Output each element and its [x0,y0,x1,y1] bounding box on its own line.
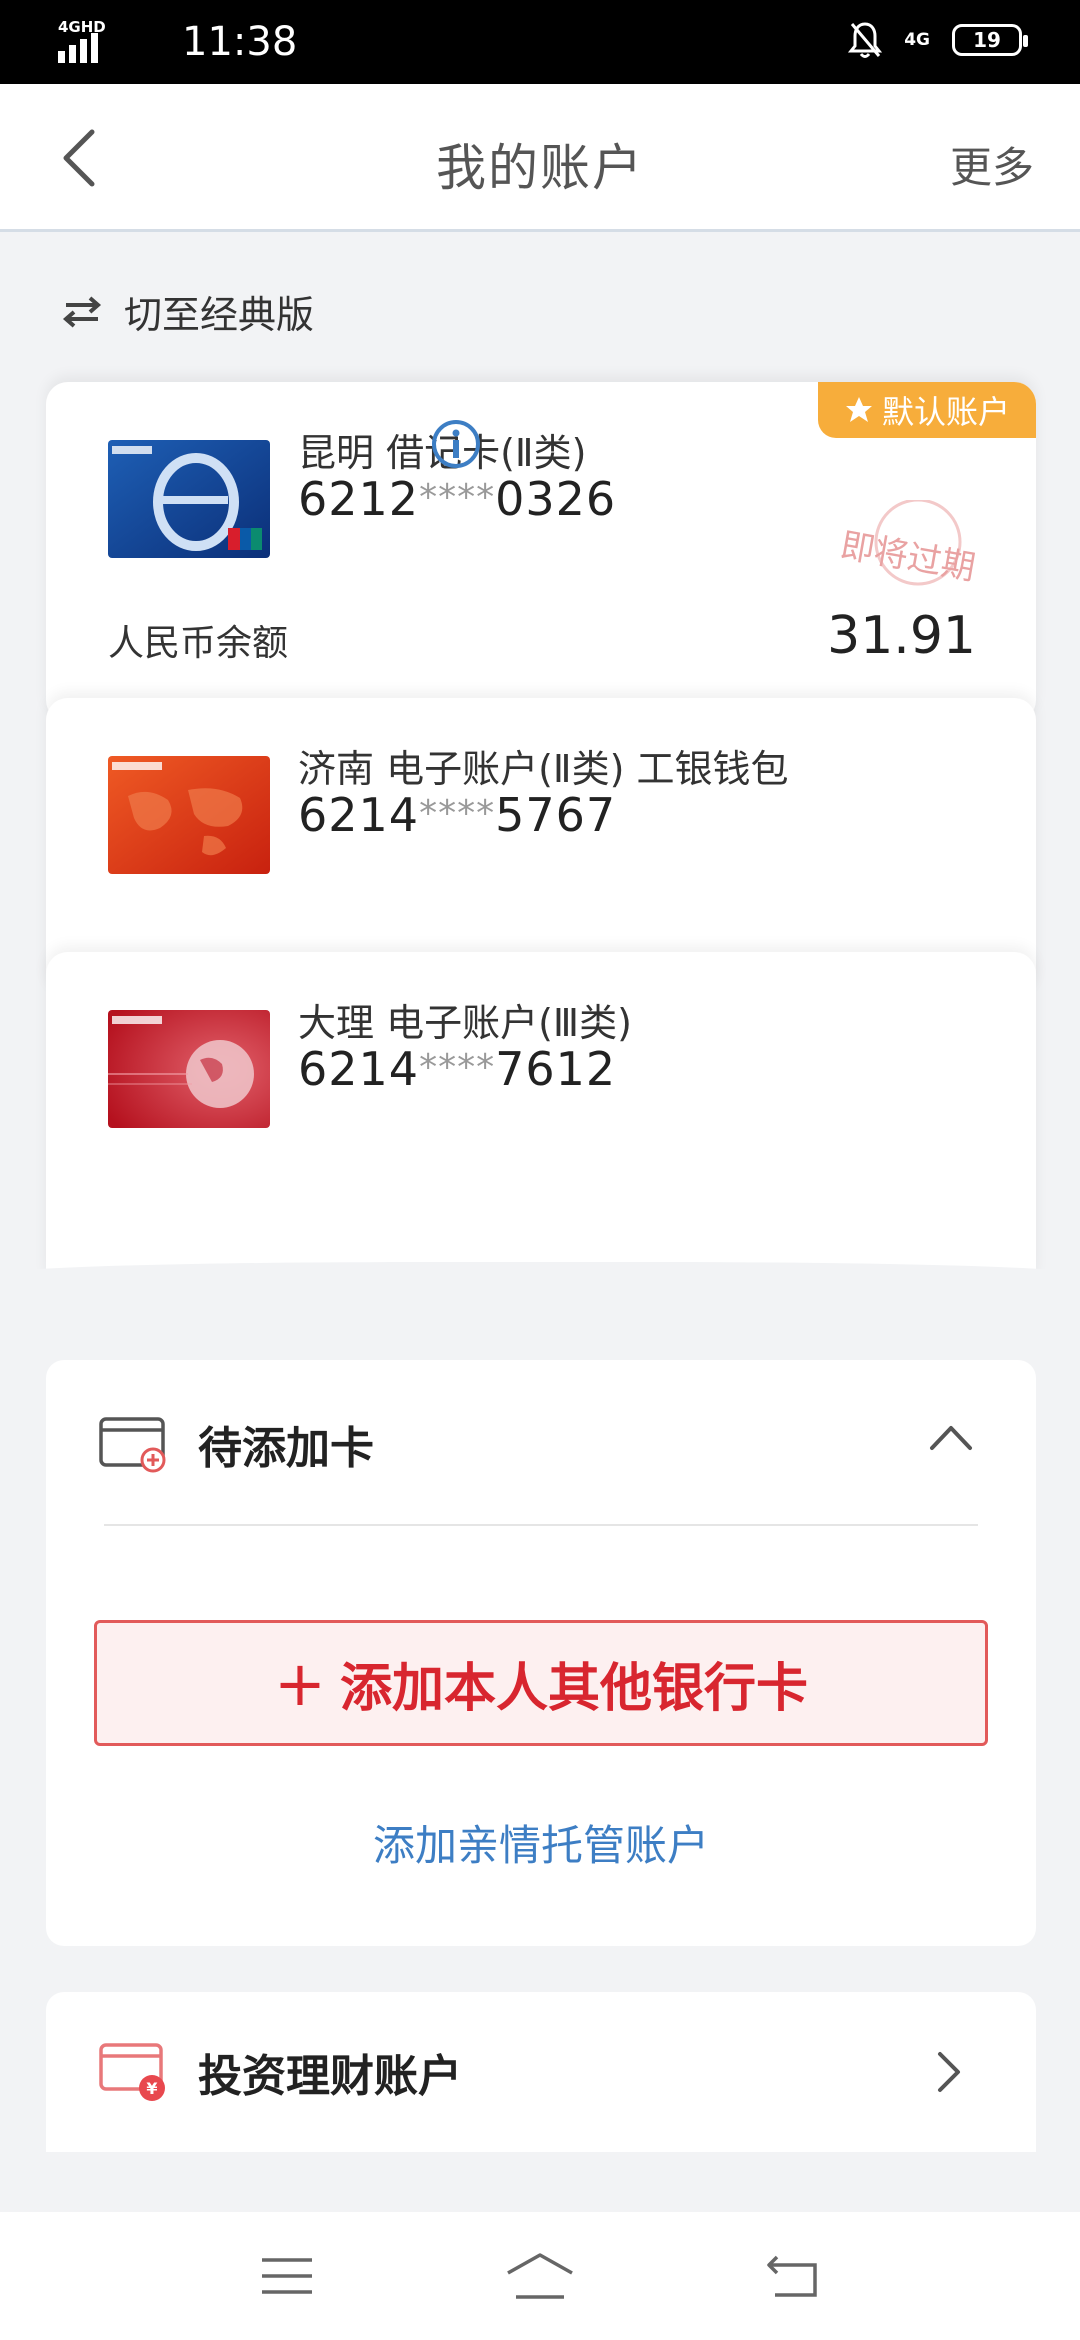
plus-icon: + [274,1646,326,1720]
mobile-network: 4G [904,30,930,50]
investment-icon: ¥ [99,2043,165,2101]
balance-label: 人民币余额 [108,623,289,664]
debit-card-image [108,440,270,558]
header: 我的账户 更多 [0,84,1080,232]
switch-classic-label: 切至经典版 [124,293,315,337]
default-account-label: 默认账户 [881,393,1010,431]
chevron-right-icon [938,2052,960,2092]
battery-level: 19 [973,28,1001,52]
signal-icon: 4GHD [58,19,108,65]
pending-cards-header[interactable]: 待添加卡 [98,1412,374,1476]
account-card-kunming[interactable]: 默认账户 昆明 借记卡(Ⅱ类) 6212****0326 即将过期 人民币余额 … [46,382,1036,722]
chevron-up-icon[interactable] [928,1422,974,1452]
menu-nav-button[interactable] [247,2246,327,2306]
account-name: 大理 电子账户(Ⅲ类) [298,1001,632,1045]
star-icon [845,397,872,422]
account-number: 6214****5767 [298,788,617,842]
balance-value: 31.91 [827,606,976,666]
svg-text:¥: ¥ [146,2079,157,2098]
pending-cards-title: 待添加卡 [198,1423,374,1474]
account-card-dali[interactable]: 大理 电子账户(Ⅲ类) 6214****7612 [46,952,1036,1292]
menu-icon [261,2258,312,2294]
svg-text:即将过期: 即将过期 [840,525,978,588]
add-card-icon [99,1417,166,1473]
investment-account-header: ¥ 投资理财账户 [98,2040,462,2104]
back-nav-button[interactable] [753,2246,833,2306]
add-other-bank-card-label: 添加本人其他银行卡 [339,1658,808,1719]
investment-account-title: 投资理财账户 [198,2051,462,2102]
info-icon[interactable] [430,418,482,470]
return-icon [767,2255,818,2297]
swap-icon [62,295,102,328]
account-number: 6212****0326 [298,472,617,526]
investment-account-row[interactable]: ¥ 投资理财账户 [46,1992,1036,2152]
battery-icon: 19 [952,24,1028,56]
divider [104,1524,978,1526]
default-account-badge: 默认账户 [818,382,1036,438]
pending-cards-panel: 待添加卡 + 添加本人其他银行卡 添加亲情托管账户 [46,1360,1036,1946]
home-icon [507,2253,573,2299]
add-family-account-link[interactable]: 添加亲情托管账户 [46,1812,1036,1873]
add-other-bank-card-button[interactable]: + 添加本人其他银行卡 [94,1620,988,1746]
expiring-stamp: 即将过期 [840,500,978,588]
system-nav-bar [0,2212,1080,2340]
account-name: 济南 电子账户(Ⅱ类) 工银钱包 [298,747,789,791]
page-title: 我的账户 [436,139,644,197]
home-nav-button[interactable] [500,2246,580,2306]
switch-classic-button[interactable]: 切至经典版 [62,284,314,339]
bell-off-icon [848,22,883,58]
status-left: 4GHD 11:38 [58,18,297,66]
electronic-card-image [108,756,270,874]
status-right: 4G 19 [848,20,1028,60]
electronic-card-image [108,1010,270,1128]
status-bar: 4GHD 11:38 4G 19 [0,0,1080,84]
more-button[interactable]: 更多 [950,134,1034,195]
clock: 11:38 [182,19,298,65]
account-number: 6214****7612 [298,1042,617,1096]
